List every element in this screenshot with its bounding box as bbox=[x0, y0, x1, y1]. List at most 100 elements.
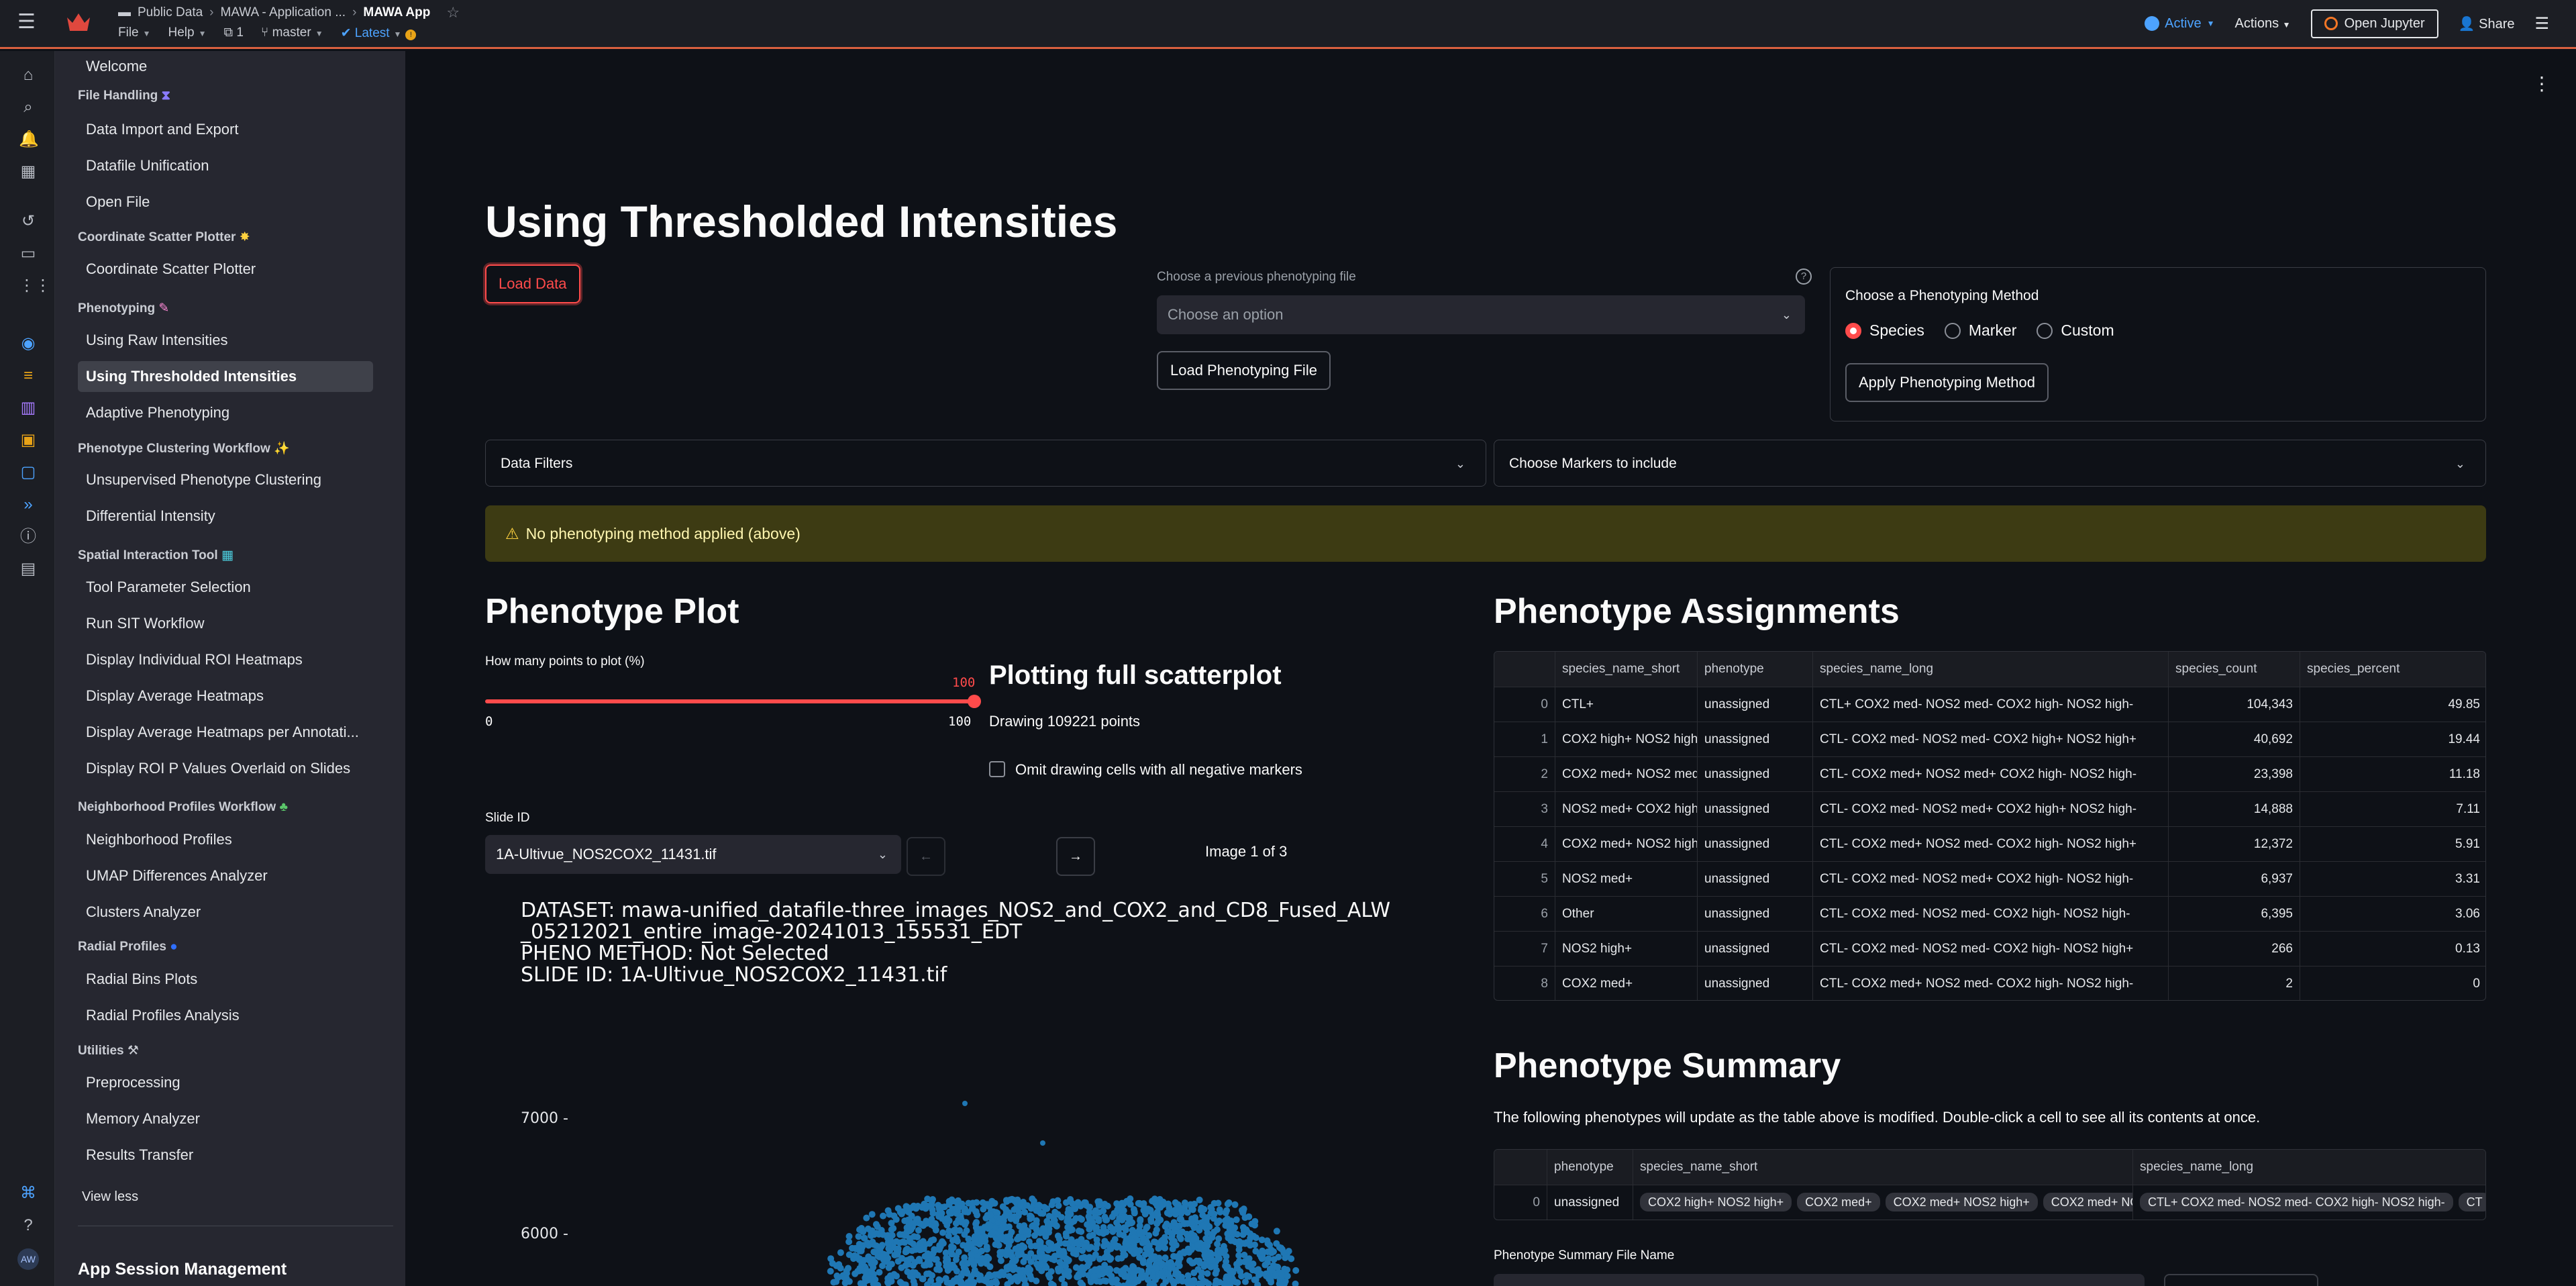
app-logo-icon[interactable] bbox=[66, 11, 91, 34]
table-cell[interactable]: CTL+ COX2 med- NOS2 med- COX2 high- NOS2… bbox=[1812, 687, 2168, 722]
sidebar-item-thresholded[interactable]: Using Thresholded Intensities bbox=[78, 361, 373, 392]
table-row[interactable]: 7 NOS2 high+ unassigned CTL- COX2 med- NOS2… bbox=[1494, 931, 2485, 967]
table-cell[interactable]: COX2 med+ bbox=[1555, 967, 1697, 1000]
table-cell[interactable]: 104,343 bbox=[2168, 687, 2300, 722]
table-cell[interactable]: 12,372 bbox=[2168, 827, 2300, 862]
chart-icon[interactable]: ▥ bbox=[19, 399, 38, 417]
table-row[interactable]: 4 COX2 med+ NOS2 high+ unassigned CTL- COX2… bbox=[1494, 826, 2485, 862]
table-row[interactable]: 0 unassigned COX2 high+ NOS2 high+ COX2 m… bbox=[1494, 1185, 2485, 1220]
data-icon[interactable]: ≡ bbox=[19, 366, 38, 385]
omit-negative-checkbox[interactable] bbox=[989, 761, 1005, 777]
table-cell[interactable]: CTL- COX2 med+ NOS2 med- COX2 high- NOS2… bbox=[1812, 967, 2168, 1000]
table-cell-phenotype[interactable]: unassigned bbox=[1547, 1185, 1633, 1220]
summary-table[interactable]: phenotype species_name_short species_nam… bbox=[1494, 1149, 2486, 1220]
share-button[interactable]: 👤 Share bbox=[2459, 15, 2515, 32]
sidebar-item-neigh-prof[interactable]: Neighborhood Profiles bbox=[78, 824, 373, 855]
table-cell[interactable]: CTL- COX2 med- NOS2 med+ COX2 high- NOS2… bbox=[1812, 862, 2168, 897]
app-icon[interactable]: ▣ bbox=[19, 431, 38, 450]
choose-markers-expander[interactable]: Choose Markers to include ⌄ bbox=[1494, 440, 2486, 487]
table-cell[interactable]: CTL- COX2 med+ NOS2 med- COX2 high- NOS2… bbox=[1812, 827, 2168, 862]
sidebar-item-unsupervised[interactable]: Unsupervised Phenotype Clustering bbox=[78, 464, 373, 495]
sidebar-item-memory[interactable]: Memory Analyzer bbox=[78, 1103, 373, 1134]
sidebar-item-radial-bins[interactable]: Radial Bins Plots bbox=[78, 964, 373, 995]
forward-icon[interactable]: » bbox=[19, 495, 38, 514]
table-cell[interactable]: 6,937 bbox=[2168, 862, 2300, 897]
table-cell[interactable]: 14,888 bbox=[2168, 792, 2300, 827]
sidebar-item-tool-param[interactable]: Tool Parameter Selection bbox=[78, 572, 373, 603]
table-cell[interactable]: CTL+ bbox=[1555, 687, 1697, 722]
load-data-button[interactable]: Load Data bbox=[485, 264, 580, 303]
avatar[interactable]: AW bbox=[17, 1248, 39, 1270]
sidebar-item-data-import[interactable]: Data Import and Export bbox=[78, 114, 373, 145]
sidebar-item-preprocessing[interactable]: Preprocessing bbox=[78, 1067, 373, 1098]
table-cell[interactable]: unassigned bbox=[1697, 827, 1812, 862]
radio-marker[interactable]: Marker bbox=[1944, 322, 2016, 340]
files-icon[interactable]: ▤ bbox=[19, 560, 38, 579]
table-cell[interactable]: NOS2 med+ bbox=[1555, 862, 1697, 897]
sidebar-item-unification[interactable]: Datafile Unification bbox=[78, 150, 373, 181]
table-cell[interactable]: 0.13 bbox=[2300, 932, 2485, 967]
sidebar-item-results[interactable]: Results Transfer bbox=[78, 1140, 373, 1171]
table-cell[interactable]: CTL- COX2 med- NOS2 med- COX2 high+ NOS2… bbox=[1812, 722, 2168, 757]
radio-custom[interactable]: Custom bbox=[2037, 322, 2114, 340]
sidebar-item-ind-roi[interactable]: Display Individual ROI Heatmaps bbox=[78, 644, 373, 675]
table-header-cell[interactable]: phenotype bbox=[1697, 652, 1812, 687]
sidebar-item-adaptive[interactable]: Adaptive Phenotyping bbox=[78, 397, 373, 428]
sidebar-item-raw[interactable]: Using Raw Intensities bbox=[78, 325, 373, 356]
table-header-cell[interactable]: species_name_short bbox=[1555, 652, 1697, 687]
home-icon[interactable]: ⌂ bbox=[19, 66, 38, 85]
version-selector[interactable]: ✔ Latest ▼! bbox=[341, 26, 417, 41]
replicas-indicator[interactable]: ⧉ 1 bbox=[223, 26, 243, 40]
slide-id-select[interactable]: 1A-Ultivue_NOS2COX2_11431.tif ⌄ bbox=[485, 835, 901, 874]
folder-icon[interactable]: ▭ bbox=[19, 244, 38, 263]
grid-menu-icon[interactable]: ☰ bbox=[2534, 14, 2549, 34]
table-cell[interactable]: unassigned bbox=[1697, 792, 1812, 827]
table-cell[interactable]: COX2 med+ NOS2 high+ bbox=[1555, 827, 1697, 862]
file-menu[interactable]: File ▼ bbox=[118, 26, 151, 40]
table-cell[interactable]: CTL- COX2 med- NOS2 med+ COX2 high+ NOS2… bbox=[1812, 792, 2168, 827]
table-row[interactable]: 0 CTL+ unassigned CTL+ COX2 med- NOS2 med- … bbox=[1494, 687, 2485, 722]
table-cell[interactable]: 3.31 bbox=[2300, 862, 2485, 897]
data-filters-expander[interactable]: Data Filters ⌄ bbox=[485, 440, 1486, 487]
help-circle-icon[interactable]: ? bbox=[1796, 268, 1812, 285]
prev-file-select[interactable]: Choose an option ⌄ bbox=[1157, 295, 1805, 334]
table-header-cell[interactable]: species_name_long bbox=[1812, 652, 2168, 687]
table-cell[interactable]: 49.85 bbox=[2300, 687, 2485, 722]
actions-dropdown[interactable]: Actions ▼ bbox=[2235, 16, 2291, 32]
table-row[interactable]: 2 COX2 med+ NOS2 med+ unassigned CTL- COX2 … bbox=[1494, 756, 2485, 792]
explore-icon[interactable]: ◉ bbox=[19, 334, 38, 353]
breadcrumb-public-data[interactable]: Public Data bbox=[138, 5, 203, 20]
apps-icon[interactable]: ▦ bbox=[19, 162, 38, 181]
table-cell[interactable]: unassigned bbox=[1697, 757, 1812, 792]
table-cell[interactable]: unassigned bbox=[1697, 897, 1812, 932]
help-menu[interactable]: Help ▼ bbox=[168, 26, 207, 40]
sidebar-item-coord-plotter[interactable]: Coordinate Scatter Plotter bbox=[78, 254, 373, 285]
table-cell[interactable]: 5.91 bbox=[2300, 827, 2485, 862]
table-header-cell[interactable]: species_percent bbox=[2300, 652, 2485, 687]
save-summary-button[interactable] bbox=[2164, 1274, 2318, 1286]
table-cell[interactable]: unassigned bbox=[1697, 862, 1812, 897]
table-cell[interactable]: 2 bbox=[2168, 967, 2300, 1000]
workflow-icon[interactable]: ⌘ bbox=[19, 1184, 38, 1203]
help-icon[interactable]: ? bbox=[19, 1216, 38, 1235]
table-cell[interactable]: unassigned bbox=[1697, 722, 1812, 757]
table-row[interactable]: 8 COX2 med+ unassigned CTL- COX2 med+ NOS2 … bbox=[1494, 966, 2485, 1000]
table-row[interactable]: 6 Other unassigned CTL- COX2 med- NOS2 med-… bbox=[1494, 896, 2485, 932]
status-dropdown[interactable]: Active ▼ bbox=[2145, 16, 2215, 32]
table-header-cell[interactable]: species_count bbox=[2168, 652, 2300, 687]
sidebar-item-roi-p[interactable]: Display ROI P Values Overlaid on Slides bbox=[78, 753, 373, 784]
notifications-icon[interactable]: 🔔 bbox=[19, 130, 39, 149]
table-cell[interactable]: CTL- COX2 med+ NOS2 med+ COX2 high- NOS2… bbox=[1812, 757, 2168, 792]
sidebar-item-open-file[interactable]: Open File bbox=[78, 187, 373, 217]
table-cell[interactable]: 7.11 bbox=[2300, 792, 2485, 827]
table-cell[interactable]: NOS2 high+ bbox=[1555, 932, 1697, 967]
open-jupyter-button[interactable]: Open Jupyter bbox=[2310, 9, 2438, 38]
table-row[interactable]: 1 COX2 high+ NOS2 high+ unassigned CTL- COX… bbox=[1494, 722, 2485, 757]
branch-selector[interactable]: ⑂ master ▼ bbox=[261, 26, 323, 40]
previous-image-button[interactable]: ← bbox=[907, 837, 945, 876]
points-slider-handle[interactable] bbox=[968, 695, 981, 708]
table-cell-short-names[interactable]: COX2 high+ NOS2 high+ COX2 med+ COX2 med+ … bbox=[1633, 1185, 2132, 1220]
table-cell-long-names[interactable]: CTL+ COX2 med- NOS2 med- COX2 high- NOS2… bbox=[2132, 1185, 2485, 1220]
table-cell[interactable]: 40,692 bbox=[2168, 722, 2300, 757]
table-cell[interactable]: 19.44 bbox=[2300, 722, 2485, 757]
